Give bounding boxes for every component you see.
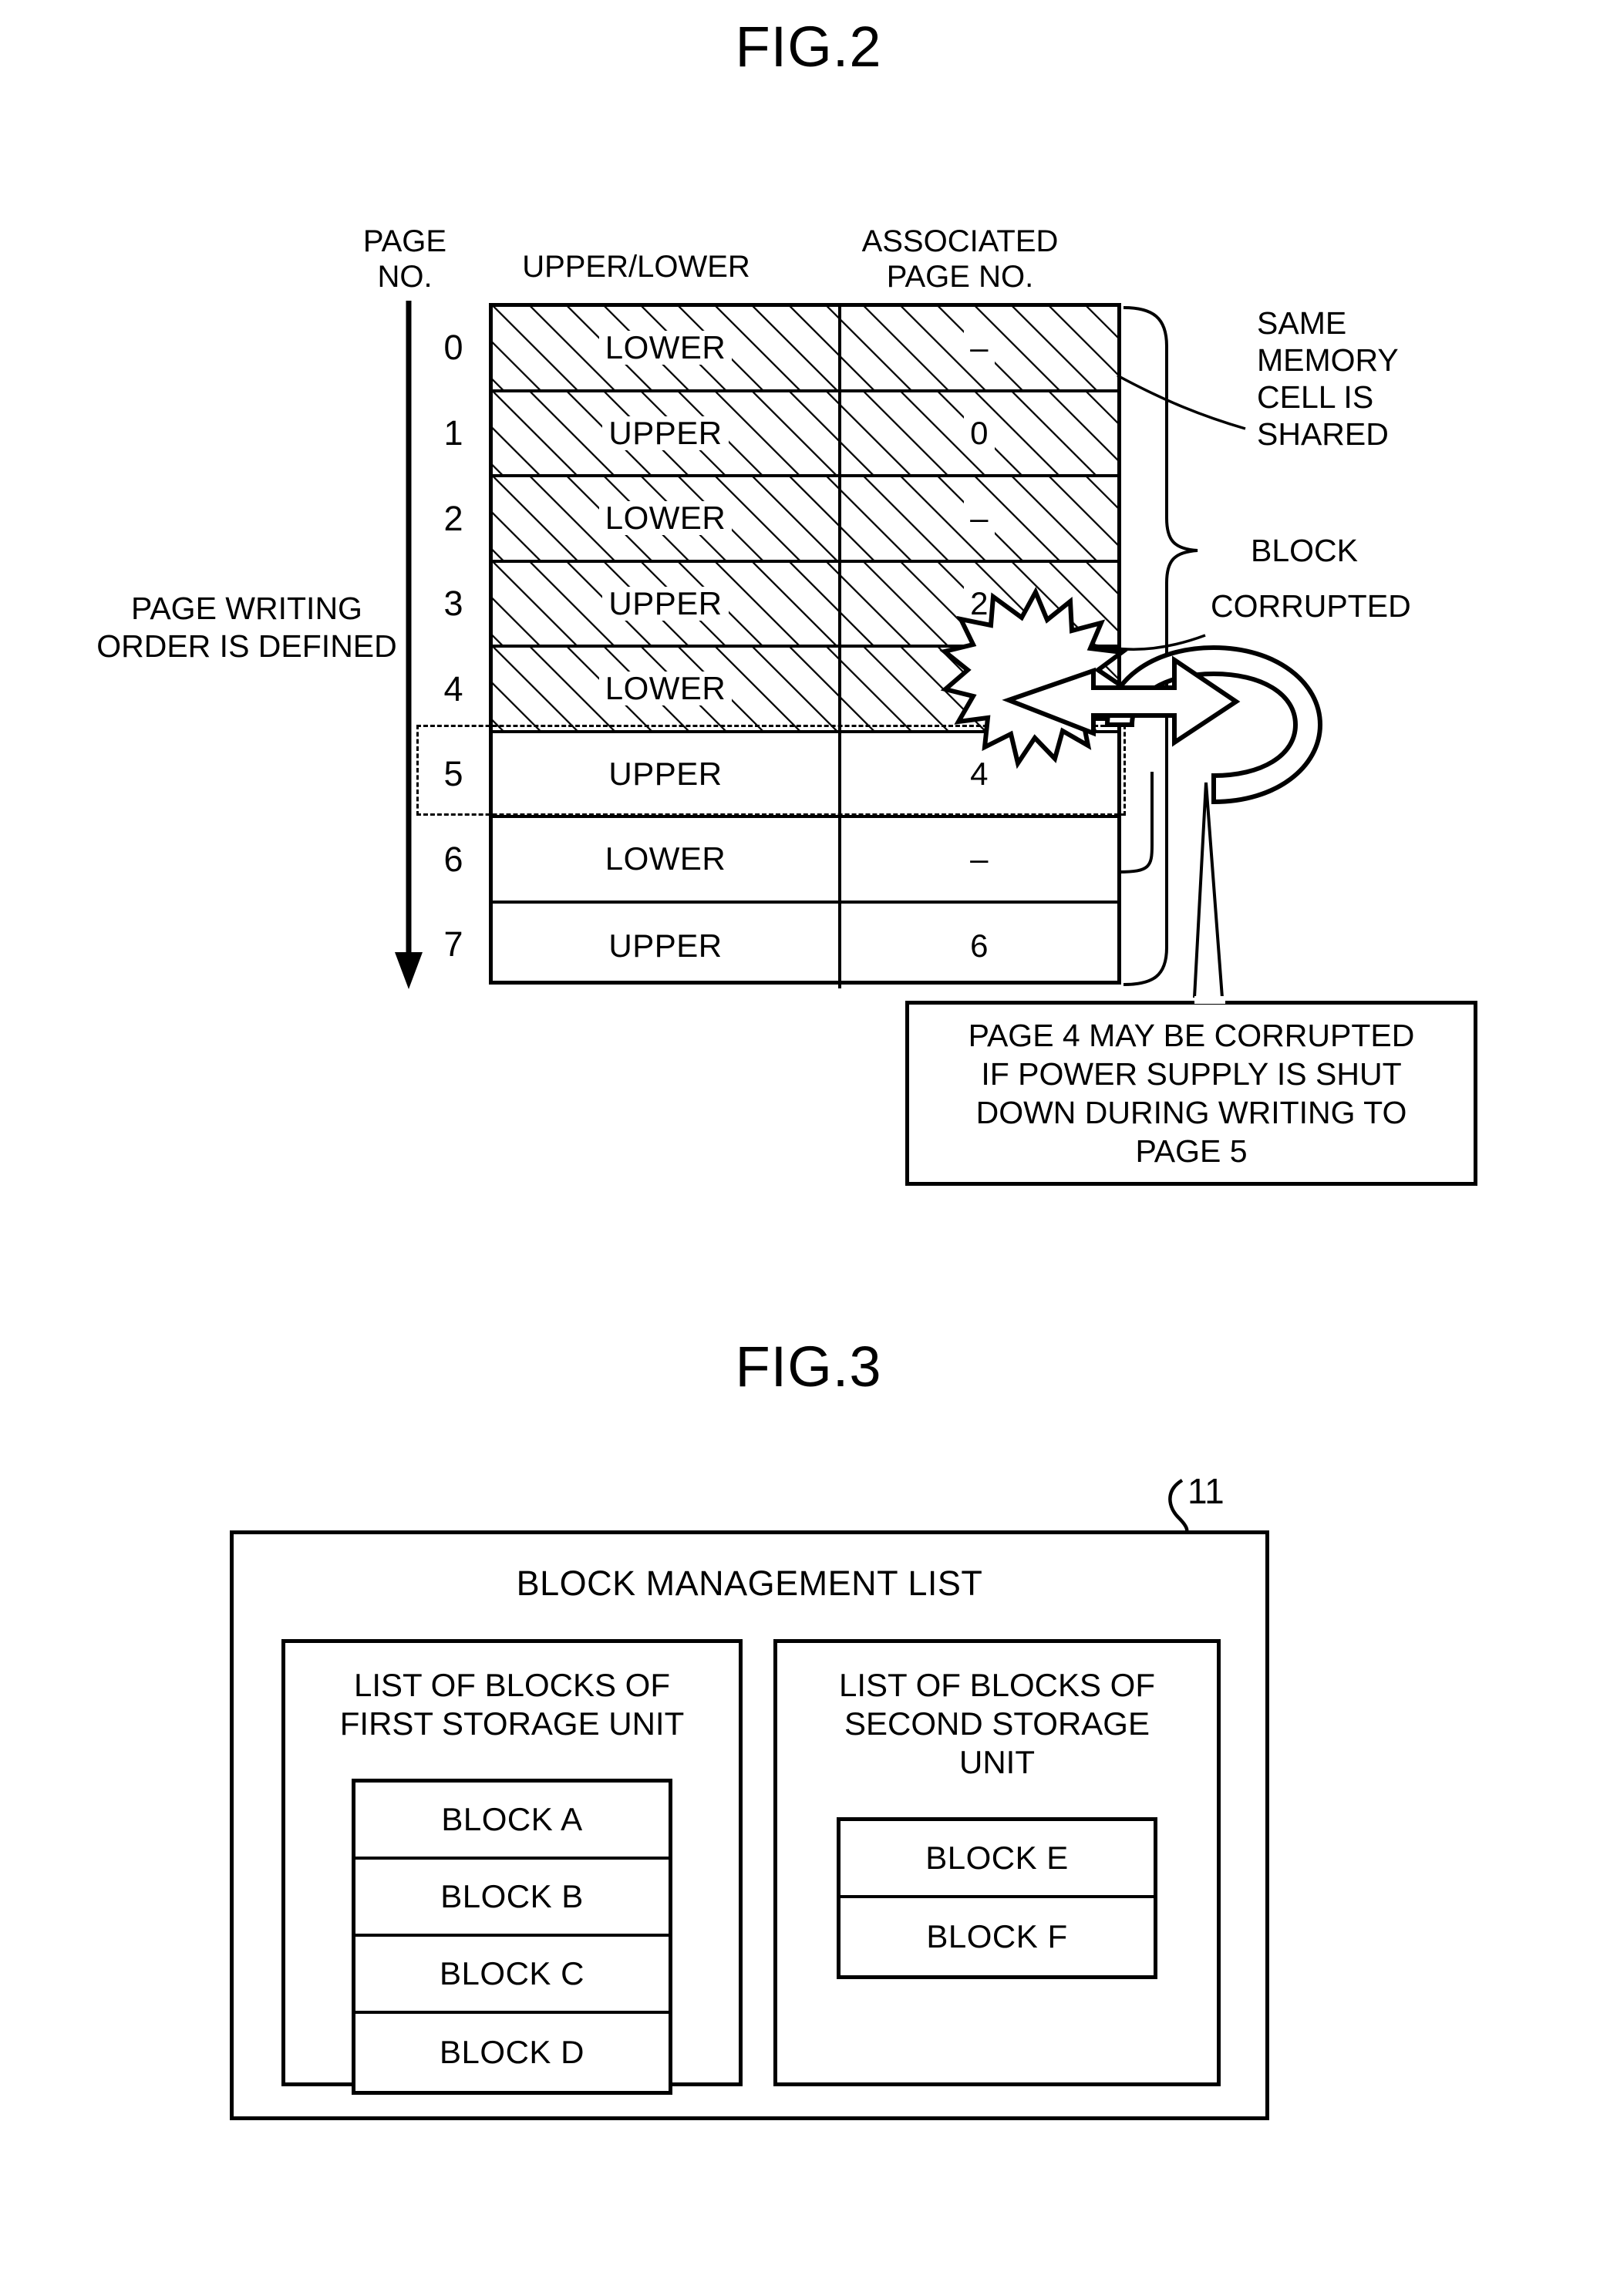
highlighted-page-5-region [416, 725, 1126, 816]
page-no-cell: 0 [443, 328, 463, 367]
cell-associated-page: – [841, 818, 1117, 901]
patent-figure-sheet: FIG.2 PAGE NO. UPPER/LOWER ASSOCIATED PA… [0, 0, 1617, 2296]
table-row: UPPER 6 [493, 903, 1117, 989]
second-storage-unit-block-list: BLOCK E BLOCK F [837, 1817, 1157, 1979]
page-writing-order-label: PAGE WRITING ORDER IS DEFINED [96, 591, 397, 664]
second-storage-unit-title: LIST OF BLOCKS OF SECOND STORAGE UNIT [839, 1667, 1155, 1780]
cell-upper-lower: LOWER [493, 818, 841, 901]
figure-3-title: FIG.3 [735, 1335, 882, 1399]
column-header-page-no: PAGE NO. [362, 224, 447, 294]
hatch-fill-icon [493, 392, 1117, 474]
reference-leader-icon [1168, 1479, 1189, 1540]
table-row: LOWER – [493, 307, 1117, 392]
figure-2: FIG.2 PAGE NO. UPPER/LOWER ASSOCIATED PA… [0, 0, 1617, 1249]
block-management-list-title: BLOCK MANAGEMENT LIST [516, 1564, 983, 1603]
second-storage-unit-box: LIST OF BLOCKS OF SECOND STORAGE UNIT BL… [773, 1639, 1221, 2086]
block-bracket-icon [1123, 306, 1198, 986]
cell-associated-page: 6 [841, 904, 1117, 989]
figure-3: FIG.3 11 BLOCK MANAGEMENT LIST LIST OF B… [0, 1249, 1617, 2296]
writing-order-arrow-icon [395, 301, 423, 989]
annotation-same-memory-cell: SAME MEMORY CELL IS SHARED [1257, 305, 1399, 452]
list-item: BLOCK C [355, 1937, 669, 2014]
hatch-fill-icon [493, 562, 1117, 645]
hatch-fill-icon [493, 477, 1117, 560]
column-header-associated-page-no: ASSOCIATED PAGE NO. [861, 224, 1059, 294]
list-item: BLOCK B [355, 1860, 669, 1937]
list-item: BLOCK D [440, 2034, 584, 2070]
hatch-fill-icon [493, 648, 1117, 730]
page-no-cell: 4 [443, 669, 463, 709]
list-item: BLOCK E [841, 1821, 1154, 1898]
leader-same-memory-cell [1117, 374, 1246, 430]
table-row: UPPER 2 [493, 562, 1117, 648]
page-no-cell: 7 [443, 924, 463, 964]
callout-pointer [1193, 782, 1224, 998]
column-header-upper-lower: UPPER/LOWER [522, 250, 750, 284]
callout-box-page-4-corruption: PAGE 4 MAY BE CORRUPTED IF POWER SUPPLY … [905, 1001, 1477, 1186]
annotation-block: BLOCK [1251, 533, 1358, 568]
list-item: BLOCK F [926, 1918, 1068, 1954]
reference-numeral-11: 11 [1187, 1471, 1225, 1511]
page-no-cell: 3 [443, 584, 463, 623]
hatch-fill-icon [493, 307, 1117, 389]
list-item: BLOCK A [355, 1783, 669, 1860]
page-no-cell: 6 [443, 840, 463, 879]
figure-2-title: FIG.2 [735, 15, 882, 79]
block-management-list-container: BLOCK MANAGEMENT LIST LIST OF BLOCKS OF … [230, 1530, 1269, 2120]
page-no-cell: 1 [443, 413, 463, 453]
cell-upper-lower: UPPER [493, 903, 841, 988]
table-row: LOWER – [493, 648, 1117, 733]
table-row: LOWER – [493, 818, 1117, 904]
first-storage-unit-block-list: BLOCK A BLOCK B BLOCK C BLOCK D [352, 1779, 672, 2095]
table-row: UPPER 0 [493, 392, 1117, 477]
page-mapping-table: LOWER – UPPER 0 LOWER – UPPER 2 LOWER – … [489, 303, 1121, 988]
table-row: LOWER – [493, 477, 1117, 563]
first-storage-unit-box: LIST OF BLOCKS OF FIRST STORAGE UNIT BLO… [281, 1639, 743, 2095]
annotation-corrupted: CORRUPTED [1211, 588, 1411, 624]
callout-text: PAGE 4 MAY BE CORRUPTED IF POWER SUPPLY … [968, 1018, 1415, 1169]
first-storage-unit-title: LIST OF BLOCKS OF FIRST STORAGE UNIT [339, 1667, 685, 1742]
page-no-cell: 2 [443, 499, 463, 538]
